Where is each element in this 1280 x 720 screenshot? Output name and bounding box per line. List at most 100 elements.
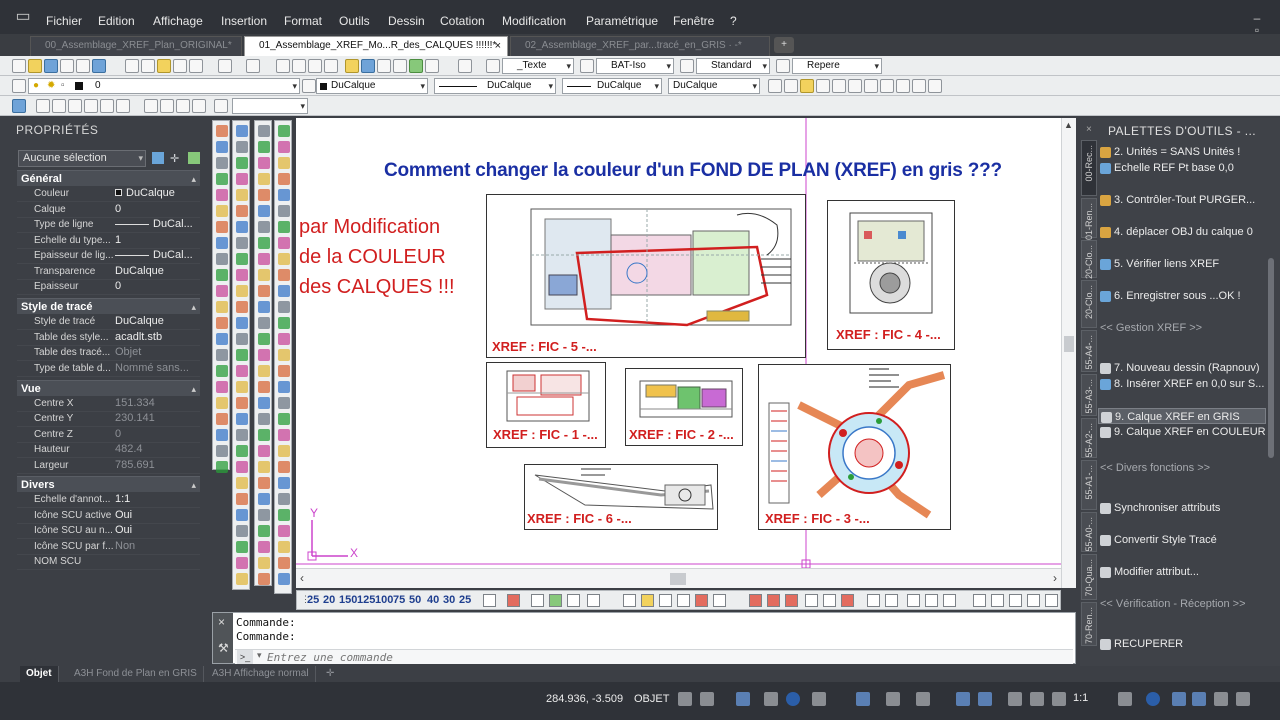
new-file-icon[interactable]: [12, 59, 26, 73]
tool-button-icon[interactable]: [278, 205, 290, 217]
import-icon[interactable]: [885, 594, 898, 607]
menu-fichier[interactable]: Fichier: [46, 14, 82, 28]
tool-button-icon[interactable]: [216, 429, 228, 441]
tool-button-icon[interactable]: [236, 141, 248, 153]
selection-cycling-icon[interactable]: [956, 692, 970, 706]
property-row[interactable]: NOM SCU: [17, 555, 200, 570]
property-row[interactable]: Centre X 151.334: [17, 397, 200, 412]
object-snap-icon[interactable]: [856, 692, 870, 706]
menu-fenetre[interactable]: Fenêtre: [673, 14, 714, 28]
layer-change-icon[interactable]: [864, 79, 878, 93]
tool-button-icon[interactable]: [236, 429, 248, 441]
xref-fic-4[interactable]: XREF : FIC - 4 -...: [827, 200, 955, 350]
tool-button-icon[interactable]: [236, 493, 248, 505]
palette-tool[interactable]: 2. Unités = SANS Unités !: [1098, 144, 1266, 160]
tool-button-icon[interactable]: [278, 413, 290, 425]
view-back-icon[interactable]: [100, 99, 114, 113]
tool-button-icon[interactable]: [236, 253, 248, 265]
tool-button-icon[interactable]: [258, 301, 270, 313]
lineweight-icon[interactable]: [886, 692, 900, 706]
region-icon[interactable]: [677, 594, 690, 607]
annotation-visibility-icon[interactable]: [1008, 692, 1022, 706]
layout-tab-normal[interactable]: A3H Affichage normal: [206, 666, 316, 682]
tool-button-icon[interactable]: [278, 381, 290, 393]
plot-icon[interactable]: [567, 594, 580, 607]
view-iso-icon[interactable]: [116, 99, 130, 113]
auto-scale-icon[interactable]: [1030, 692, 1044, 706]
new-tab-button[interactable]: +: [774, 37, 794, 53]
tool-button-icon[interactable]: [216, 333, 228, 345]
tool-button-icon[interactable]: [258, 493, 270, 505]
property-row[interactable]: Calque 0: [17, 203, 200, 218]
xref-fic-1[interactable]: XREF : FIC - 1 -...: [486, 362, 606, 448]
tool-button-icon[interactable]: [258, 173, 270, 185]
tool-button-icon[interactable]: [258, 381, 270, 393]
palette-tool[interactable]: 7. Nouveau dessin (Rapnouv): [1098, 360, 1266, 376]
palette-tool[interactable]: Echelle REF Pt base 0,0: [1098, 160, 1266, 176]
section-general[interactable]: Général ▴: [17, 170, 200, 186]
tool-button-icon[interactable]: [236, 573, 248, 585]
tool-button-icon[interactable]: [236, 541, 248, 553]
snap-mode-icon[interactable]: [700, 692, 714, 706]
tool-button-icon[interactable]: [236, 333, 248, 345]
save-icon[interactable]: [44, 59, 58, 73]
doc-tab-1[interactable]: 01_Assemblage_XREF_Mo...R_des_CALQUES !!…: [244, 36, 508, 56]
scroll-thumb[interactable]: [670, 573, 686, 585]
layout-tab-gris[interactable]: A3H Fond de Plan en GRIS: [68, 666, 204, 682]
mleader-style-select[interactable]: Repere ▾: [792, 58, 882, 74]
grid-icon[interactable]: [973, 594, 986, 607]
tool-button-icon[interactable]: [278, 557, 290, 569]
tool-button-icon[interactable]: [216, 413, 228, 425]
tool-button-icon[interactable]: [216, 237, 228, 249]
tool-button-icon[interactable]: [216, 269, 228, 281]
customization-icon[interactable]: [1214, 692, 1228, 706]
copy-icon[interactable]: [141, 59, 155, 73]
tool-button-icon[interactable]: [236, 381, 248, 393]
tool-button-icon[interactable]: [236, 125, 248, 137]
property-row[interactable]: Icône SCU active Oui: [17, 509, 200, 524]
tool-button-icon[interactable]: [278, 541, 290, 553]
view-bottom-icon[interactable]: [36, 99, 50, 113]
audit-icon[interactable]: [823, 594, 836, 607]
tool-button-icon[interactable]: [236, 301, 248, 313]
palette-tool[interactable]: Synchroniser attributs: [1098, 500, 1266, 516]
help-icon[interactable]: [458, 59, 472, 73]
palette-tool[interactable]: 4. déplacer OBJ du calque 0: [1098, 224, 1266, 240]
tool-button-icon[interactable]: [278, 125, 290, 137]
layer-lock-icon[interactable]: [832, 79, 846, 93]
hatch-icon[interactable]: [623, 594, 636, 607]
isolate-icon[interactable]: [1146, 692, 1160, 706]
tool-button-icon[interactable]: [216, 205, 228, 217]
quick-select-icon[interactable]: [188, 152, 200, 164]
palette-tab[interactable]: 55-A4-...: [1081, 330, 1097, 372]
view-front-icon[interactable]: [84, 99, 98, 113]
tool-palettes-icon[interactable]: [377, 59, 391, 73]
layout-icon[interactable]: [531, 594, 544, 607]
view-top-icon[interactable]: [12, 99, 26, 113]
palette-tab[interactable]: 70-Qua...: [1081, 554, 1097, 600]
palette-tab[interactable]: 20-Clo...: [1081, 280, 1097, 328]
view-select[interactable]: ▾: [232, 98, 308, 114]
tool-button-icon[interactable]: [258, 269, 270, 281]
redo-icon[interactable]: [246, 59, 260, 73]
palette-tool[interactable]: 6. Enregistrer sous ...OK !: [1098, 288, 1266, 304]
ortho-icon[interactable]: [1009, 594, 1022, 607]
export-icon[interactable]: [867, 594, 880, 607]
tool-button-icon[interactable]: [258, 365, 270, 377]
tool-button-icon[interactable]: [278, 221, 290, 233]
layout-tab-model[interactable]: Objet: [20, 666, 59, 682]
conceptual-icon[interactable]: [192, 99, 206, 113]
property-row[interactable]: Table des style... acadlt.stb: [17, 331, 200, 346]
tool-button-icon[interactable]: [258, 557, 270, 569]
tool-button-icon[interactable]: [216, 253, 228, 265]
tool-button-icon[interactable]: [236, 365, 248, 377]
tool-button-icon[interactable]: [258, 477, 270, 489]
layer-walk-icon[interactable]: [880, 79, 894, 93]
section-plot-style[interactable]: Style de tracé ▴: [17, 298, 200, 314]
tool-button-icon[interactable]: [216, 365, 228, 377]
text-style-select[interactable]: _Texte ▾: [502, 58, 574, 74]
tool-button-icon[interactable]: [258, 205, 270, 217]
tool-button-icon[interactable]: [216, 157, 228, 169]
print-icon[interactable]: [60, 59, 74, 73]
tool-button-icon[interactable]: [258, 333, 270, 345]
